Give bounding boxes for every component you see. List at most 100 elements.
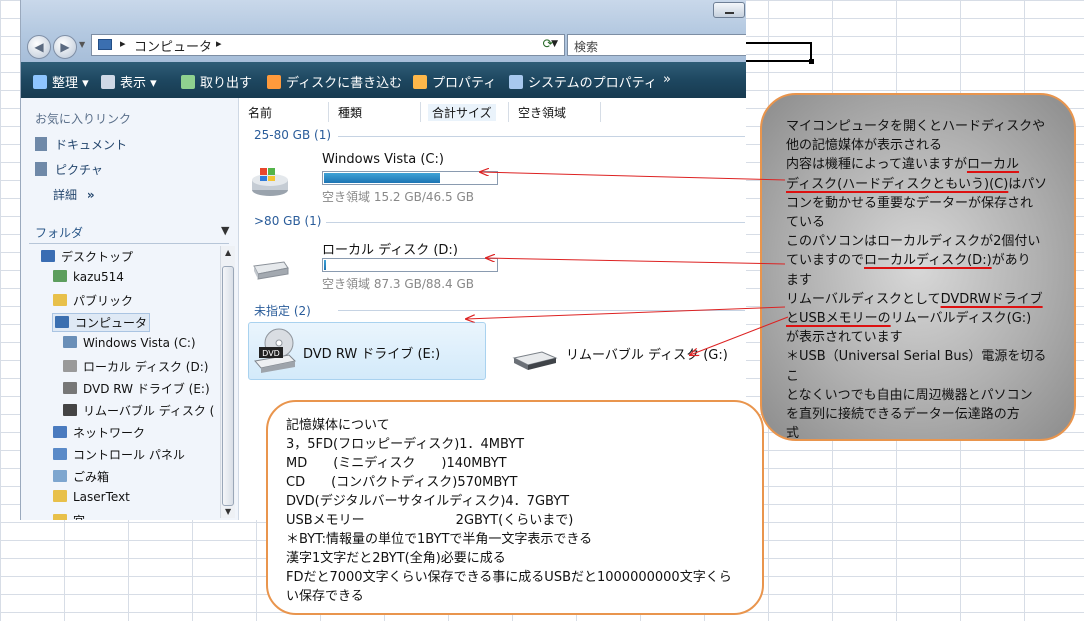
command-toolbar: 整理 ▾ 表示 ▾ 取り出す ディスクに書き込む プロパティ システムのプロパティ »	[21, 62, 746, 98]
tree-item[interactable]: コンピュータ	[51, 313, 151, 332]
callout-text: ＊USB（Universal Serial Bus）電源を切るこ	[786, 349, 1047, 384]
documents-icon	[35, 137, 47, 151]
drive-usage-bar-d	[322, 258, 498, 272]
explorer-titlebar: ◀ ▶ ▼ ▸ コンピュータ ▸ ▼ ⟳ 検索	[21, 0, 746, 62]
callout-text: が表示されています	[786, 330, 903, 346]
folder-icon	[53, 490, 67, 502]
toolbar-button-3[interactable]: ディスクに書き込む	[267, 72, 402, 91]
dvd-drive-tile[interactable]: DVD DVD RW ドライブ (E:)	[248, 322, 486, 380]
minimize-button[interactable]	[713, 2, 745, 18]
breadcrumb-computer[interactable]: コンピュータ	[134, 36, 212, 55]
callout-line: とUSBメモリーのリムーバルディスク(G:)	[786, 309, 1056, 328]
column-header-name[interactable]: 名前	[248, 104, 272, 121]
toolbar-label: プロパティ	[432, 76, 497, 91]
forward-button[interactable]: ▶	[53, 35, 77, 59]
callout-storage-media[interactable]: 記憶媒体について 3，5FD(フロッピーディスク)1．4MBYT MD (ミニディス…	[266, 400, 764, 615]
recent-pages-dropdown[interactable]: ▼	[79, 40, 85, 49]
tree-item[interactable]: LaserText	[53, 490, 130, 504]
drive-name-g[interactable]: リムーバブル ディスク (G:)	[566, 344, 728, 363]
breadcrumb-separator[interactable]: ▸	[216, 37, 222, 50]
toolbar-label: ディスクに書き込む	[286, 76, 403, 91]
column-header-free-space[interactable]: 空き領域	[518, 104, 566, 121]
scrollbar-thumb[interactable]	[222, 266, 234, 506]
callout-line: ます	[786, 271, 1056, 290]
more-links-label: 詳細	[53, 188, 78, 202]
folders-title[interactable]: フォルダ	[35, 224, 83, 241]
callout-line: ＊BYT:情報量の単位で1BYTで半角一文字表示できる	[286, 532, 593, 547]
search-input[interactable]: 検索	[567, 34, 746, 56]
group-header-25-80gb[interactable]: 25-80 GB (1)	[254, 128, 331, 142]
underlined-text: ディスク(ハードディスクともいう)(C)	[786, 176, 1009, 192]
callout-text: コンを動かせる重要なデーターが保存され	[786, 195, 1034, 211]
column-header-total-size[interactable]: 合計サイズ	[428, 104, 496, 121]
tree-item-label: ネットワーク	[73, 426, 146, 440]
drive-free-space-d: 空き領域 87.3 GB/88.4 GB	[322, 277, 474, 291]
toolbar-button-4[interactable]: プロパティ	[413, 72, 496, 91]
callout-line: ディスク(ハードディスクともいう)(C)はパソ	[786, 175, 1056, 194]
scroll-up-icon[interactable]: ▲	[225, 248, 231, 257]
drive-name-d[interactable]: ローカル ディスク (D:)	[322, 239, 458, 258]
tree-item[interactable]: ネットワーク	[53, 424, 145, 441]
tree-item-label: ごみ箱	[73, 470, 110, 484]
tree-item[interactable]: DVD RW ドライブ (E:)	[63, 380, 210, 397]
more-links-button[interactable]: 詳細 »	[53, 186, 95, 203]
favorite-link-pictures[interactable]: ピクチャ	[35, 161, 103, 178]
system-drive-icon	[252, 168, 288, 196]
group-header-over-80gb[interactable]: >80 GB (1)	[254, 214, 321, 228]
favorite-link-documents[interactable]: ドキュメント	[35, 136, 127, 153]
toolbar-button-2[interactable]: 取り出す	[181, 72, 252, 91]
drive-name-c[interactable]: Windows Vista (C:)	[322, 152, 444, 167]
organize-icon	[33, 75, 47, 89]
callout-line: リムーバルディスクとしてDVDRWドライブ	[786, 290, 1056, 309]
tree-item[interactable]: ローカル ディスク (D:)	[63, 358, 208, 375]
callout-text: リムーバルディスク(G:)	[890, 311, 1032, 327]
scroll-down-icon[interactable]: ▼	[225, 507, 231, 516]
tree-item-label: DVD RW ドライブ (E:)	[83, 382, 210, 396]
favorite-link-label: ピクチャ	[55, 163, 103, 177]
callout-line: ＊USB（Universal Serial Bus）電源を切るこ	[786, 347, 1056, 385]
column-header-type[interactable]: 種類	[338, 104, 362, 121]
selected-cell-marker[interactable]	[746, 42, 814, 64]
callout-line: このパソコンはローカルディスクが2個付い	[786, 232, 1056, 251]
callout-line: USBメモリー 2GBYT(くらいまで)	[286, 513, 574, 528]
callout-text: があり	[991, 253, 1031, 269]
folder-icon	[53, 514, 67, 520]
tree-item[interactable]: ごみ箱	[53, 468, 109, 485]
tree-item[interactable]: デスクトップ	[41, 248, 133, 265]
back-button[interactable]: ◀	[27, 35, 51, 59]
address-bar[interactable]: ▸ コンピュータ ▸ ▼	[91, 34, 565, 56]
group-divider	[338, 310, 745, 311]
folder-tree-scrollbar[interactable]: ▲ ▼	[220, 246, 235, 518]
toolbar-button-1[interactable]: 表示 ▾	[101, 72, 157, 91]
fill-handle[interactable]	[809, 59, 814, 64]
tree-item-label: ローカル ディスク (D:)	[83, 360, 209, 374]
drive-usage-fill-c	[324, 173, 440, 183]
breadcrumb-separator[interactable]: ▸	[120, 37, 126, 50]
group-divider	[338, 136, 745, 137]
group-divider	[326, 222, 745, 223]
tree-item[interactable]: リムーバブル ディスク (	[63, 402, 214, 419]
toolbar-button-5[interactable]: システムのプロパティ	[509, 72, 657, 91]
folders-divider	[29, 243, 229, 244]
toolbar-button-0[interactable]: 整理 ▾	[33, 72, 89, 91]
tree-item[interactable]: kazu514	[53, 270, 124, 284]
toolbar-button-6[interactable]: »	[663, 72, 671, 87]
refresh-button[interactable]: ⟳	[537, 36, 559, 54]
recycle-bin-icon	[53, 470, 67, 482]
tree-item[interactable]: 宮	[53, 512, 85, 520]
tree-item[interactable]: パブリック	[53, 292, 133, 309]
callout-line: 漢字1文字だと2BYT(全角)必要に成る	[286, 551, 506, 566]
tree-item-label: 宮	[73, 514, 85, 520]
tree-item-label: コントロール パネル	[73, 448, 185, 462]
tree-item[interactable]: Windows Vista (C:)	[63, 336, 196, 350]
chevron-down-icon[interactable]: ▼	[221, 224, 229, 237]
callout-computer-explanation[interactable]: マイコンピュータを開くとハードディスクや 他の記憶媒体が表示される 内容は機種によっ…	[760, 93, 1076, 441]
tree-item[interactable]: コントロール パネル	[53, 446, 185, 463]
burn-disc-icon	[267, 75, 281, 89]
underlined-text: ローカル	[966, 157, 1019, 173]
group-header-unspecified[interactable]: 未指定 (2)	[254, 302, 311, 319]
callout-line: を直列に接続できるデーター伝達路の方	[786, 405, 1056, 424]
callout-line: 内容は機種によって違いますがローカル	[786, 155, 1056, 174]
drive-name-e: DVD RW ドライブ (E:)	[303, 347, 441, 362]
folder-icon	[53, 294, 67, 306]
